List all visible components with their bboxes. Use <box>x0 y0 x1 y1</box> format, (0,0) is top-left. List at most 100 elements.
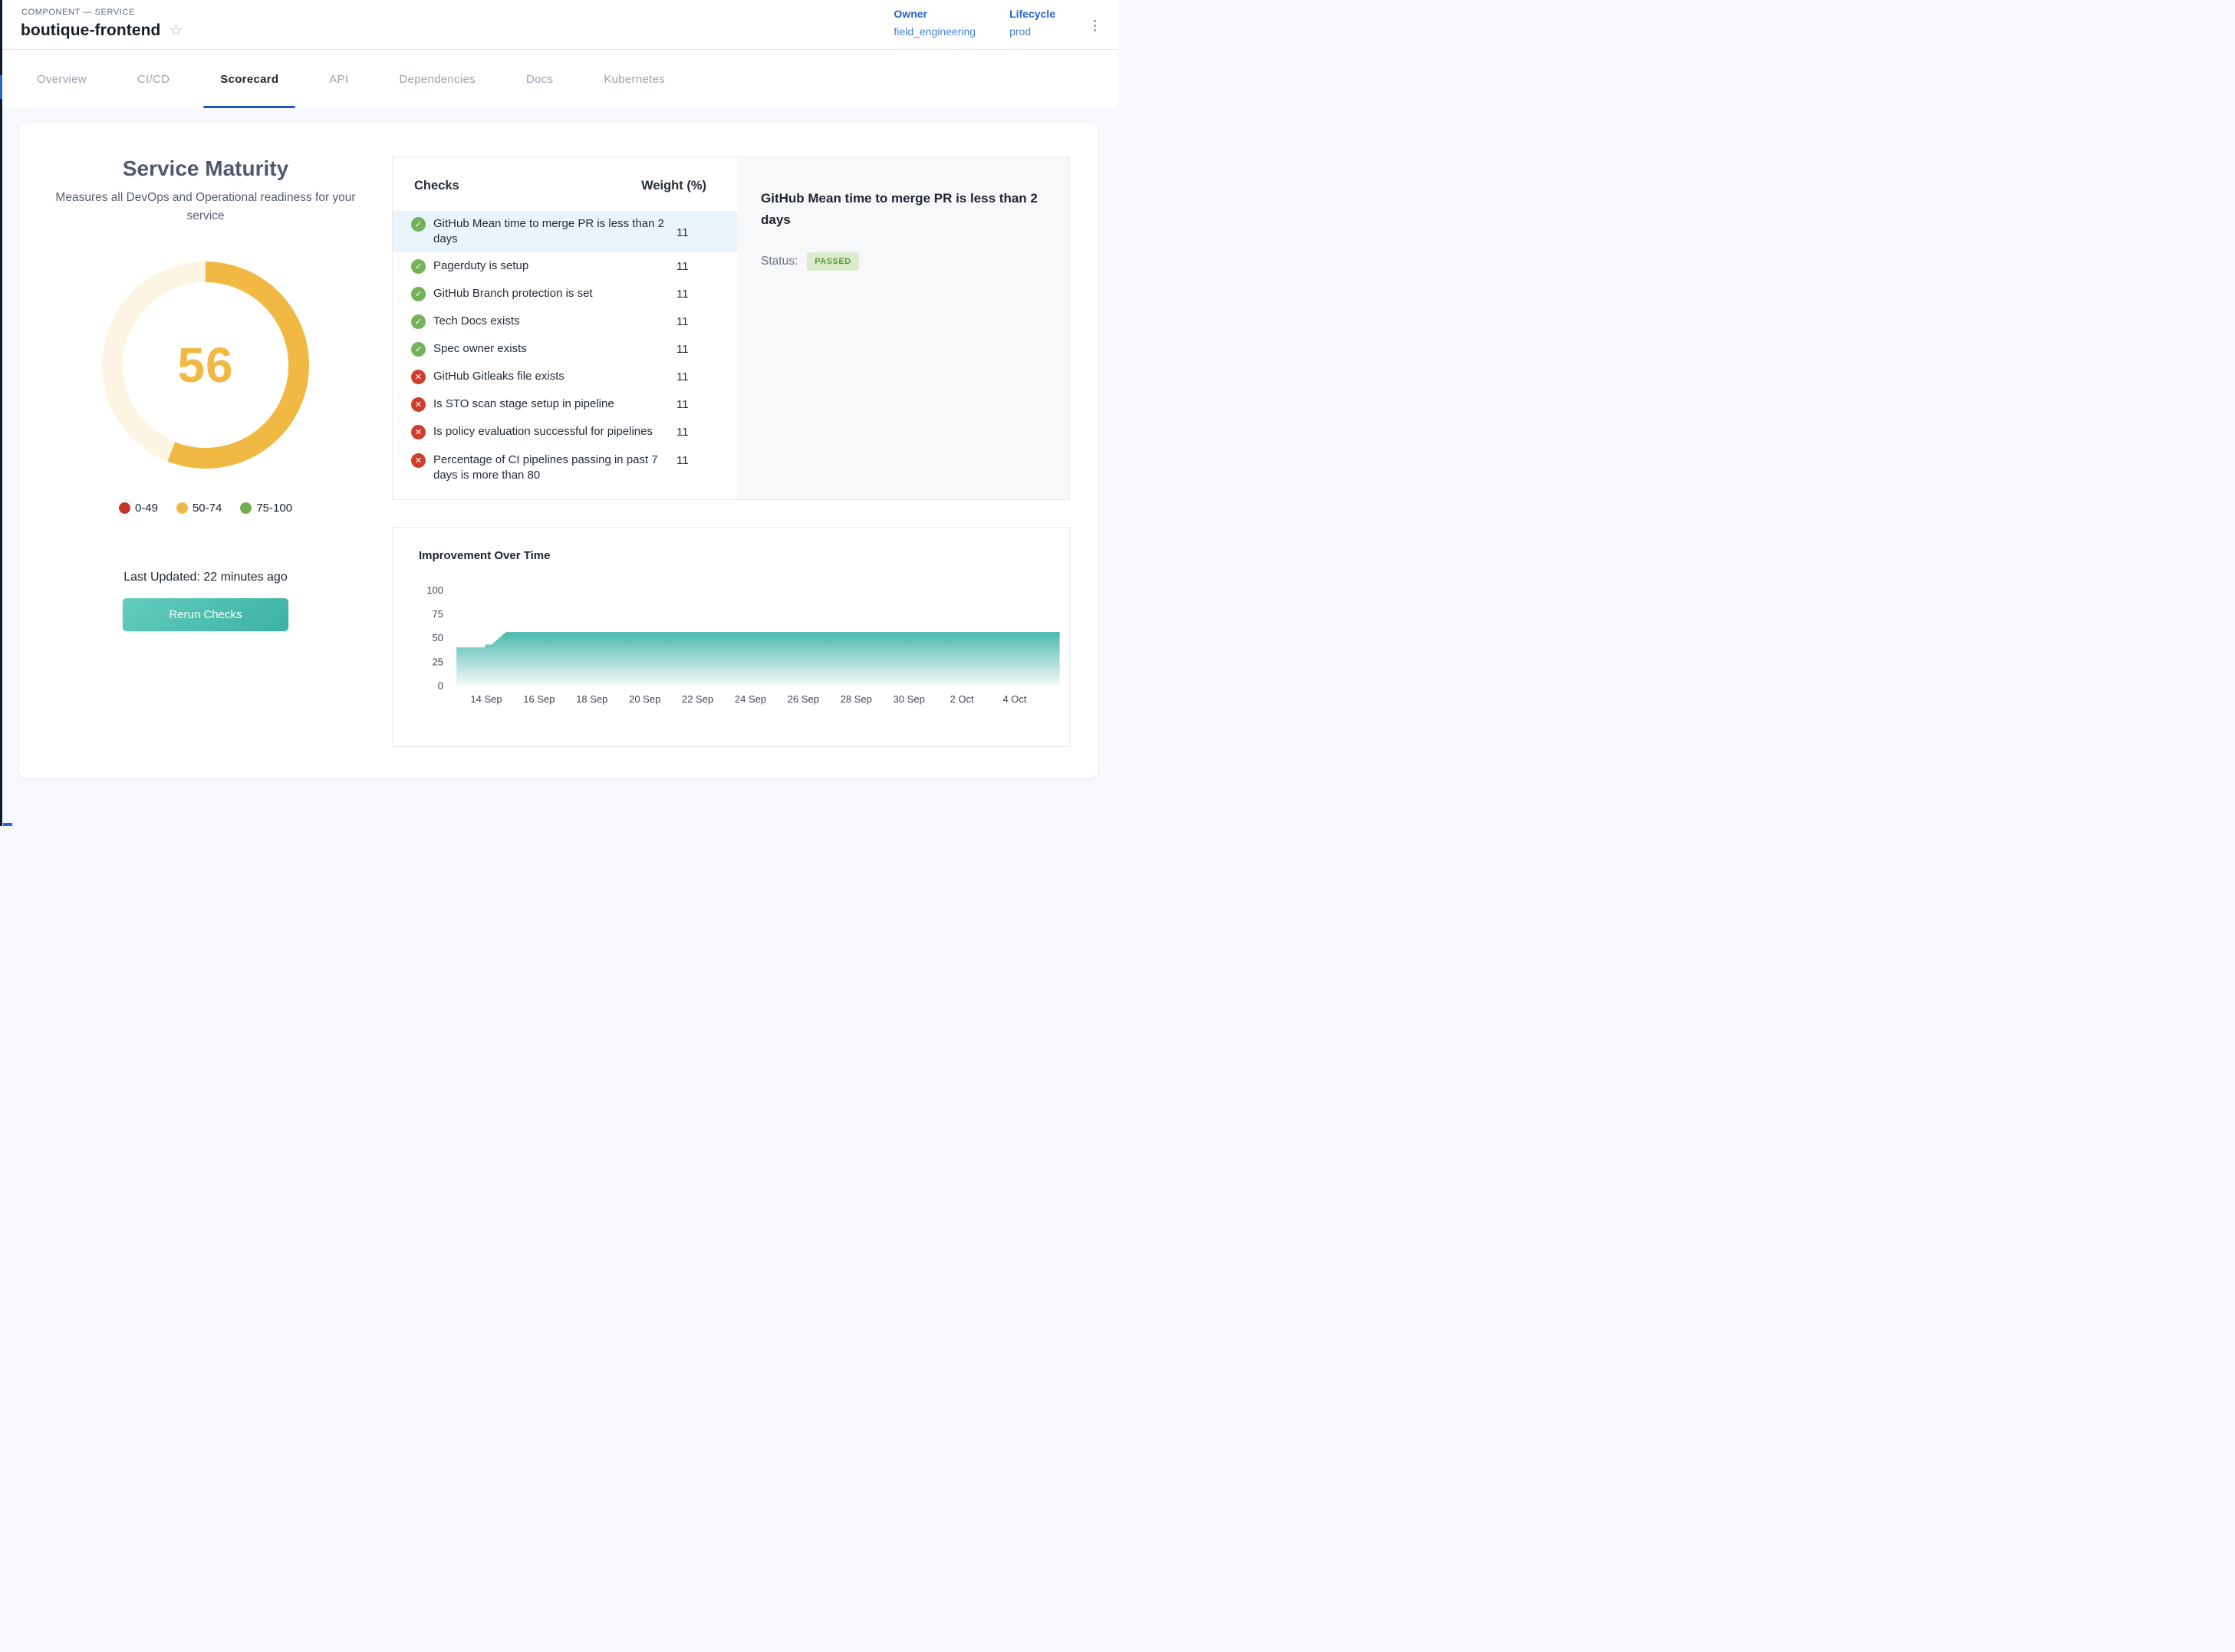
maturity-title: Service Maturity <box>19 156 392 181</box>
check-row[interactable]: ✓ GitHub Mean time to merge PR is less th… <box>393 211 738 252</box>
score-donut-chart: 56 <box>102 262 309 469</box>
tab-dependencies[interactable]: Dependencies <box>399 50 476 108</box>
check-failed-icon: ✕ <box>411 397 426 412</box>
checks-column-header: Checks <box>414 179 459 193</box>
checks-panel: Checks Weight (%) ✓ GitHub Mean time to m… <box>392 156 1070 500</box>
scorecard-card: Service Maturity Measures all DevOps and… <box>19 123 1098 778</box>
y-tick-label: 100 <box>426 584 443 596</box>
legend-item-0-49: 0-49 <box>119 502 158 515</box>
status-badge: PASSED <box>807 252 858 271</box>
check-name: Is STO scan stage setup in pipeline <box>433 397 614 412</box>
check-list: ✓ GitHub Mean time to merge PR is less th… <box>393 211 738 492</box>
weight-column-header: Weight (%) <box>641 179 706 193</box>
bottom-edge-bar <box>3 823 12 826</box>
score-donut-hole: 56 <box>123 282 288 448</box>
x-tick-label: 16 Sep <box>523 693 555 705</box>
checks-header-row: Checks Weight (%) <box>393 157 738 193</box>
check-failed-icon: ✕ <box>411 425 426 439</box>
x-tick-label: 30 Sep <box>894 693 925 705</box>
check-row[interactable]: ✕ GitHub Gitleaks file exists 11 <box>393 363 738 390</box>
check-row[interactable]: ✓ Spec owner exists 11 <box>393 335 738 363</box>
check-passed-icon: ✓ <box>411 217 426 232</box>
check-weight: 11 <box>676 426 738 439</box>
legend-dot <box>176 502 188 514</box>
kebab-menu-icon[interactable] <box>1089 14 1101 38</box>
improvement-area-chart: 0 25 50 75 100 14 Sep 16 Sep 18 Sep 20 Sep 22 Sep… <box>399 575 1063 713</box>
star-icon[interactable]: ☆ <box>170 23 183 38</box>
legend-item-50-74: 50-74 <box>176 502 222 515</box>
x-tick-label: 20 Sep <box>629 693 660 705</box>
check-weight: 11 <box>676 452 738 467</box>
lifecycle-label: Lifecycle <box>1009 8 1055 20</box>
sidebar-edge-active-item <box>0 75 2 99</box>
check-row[interactable]: ✓ Pagerduty is setup 11 <box>393 252 738 280</box>
x-tick-label: 26 Sep <box>788 693 819 705</box>
y-tick-label: 25 <box>433 656 443 667</box>
maturity-section: Service Maturity Measures all DevOps and… <box>19 123 392 778</box>
x-tick-label: 22 Sep <box>682 693 713 705</box>
owner-value[interactable]: field_engineering <box>894 25 976 38</box>
rerun-checks-button[interactable]: Rerun Checks <box>123 598 288 631</box>
area-series <box>456 632 1060 686</box>
improvement-chart-title: Improvement Over Time <box>419 549 550 562</box>
check-row[interactable]: ✕ Is policy evaluation successful for pip… <box>393 418 738 446</box>
check-passed-icon: ✓ <box>411 259 426 274</box>
check-detail-panel: GitHub Mean time to merge PR is less tha… <box>738 157 1069 499</box>
check-weight: 11 <box>676 315 738 328</box>
tab-docs[interactable]: Docs <box>526 50 553 108</box>
check-name: GitHub Mean time to merge PR is less tha… <box>433 216 669 247</box>
check-weight: 11 <box>676 288 738 301</box>
check-row[interactable]: ✓ GitHub Branch protection is set 11 <box>393 280 738 308</box>
x-tick-label: 4 Oct <box>1002 693 1026 705</box>
maturity-subtitle: Measures all DevOps and Operational read… <box>41 189 370 225</box>
check-row[interactable]: ✓ Tech Docs exists 11 <box>393 308 738 335</box>
last-updated-text: Last Updated: 22 minutes ago <box>19 571 392 584</box>
tab-scorecard[interactable]: Scorecard <box>220 50 278 108</box>
x-tick-label: 18 Sep <box>576 693 607 705</box>
y-tick-label: 0 <box>438 680 443 692</box>
check-passed-icon: ✓ <box>411 342 426 357</box>
check-passed-icon: ✓ <box>411 287 426 301</box>
tab-kubernetes[interactable]: Kubernetes <box>604 50 665 108</box>
lifecycle-block: Lifecycle prod <box>1009 8 1055 38</box>
owner-block: Owner field_engineering <box>894 8 976 38</box>
check-row[interactable]: ✕ Is STO scan stage setup in pipeline 11 <box>393 390 738 418</box>
page-title: boutique-frontend <box>21 21 161 40</box>
check-name: Pagerduty is setup <box>433 258 528 274</box>
check-name: Tech Docs exists <box>433 314 520 329</box>
check-name: Spec owner exists <box>433 341 527 357</box>
tab-api[interactable]: API <box>329 50 348 108</box>
lifecycle-value: prod <box>1009 25 1055 38</box>
status-label: Status: <box>761 255 798 268</box>
y-tick-label: 75 <box>433 608 443 620</box>
score-value: 56 <box>177 337 233 393</box>
check-weight: 11 <box>676 343 738 356</box>
x-tick-label: 2 Oct <box>950 693 974 705</box>
tab-ci-cd[interactable]: CI/CD <box>137 50 170 108</box>
entity-header: COMPONENT — SERVICE boutique-frontend ☆ … <box>0 0 1118 50</box>
sidebar-edge <box>0 0 2 826</box>
check-weight: 11 <box>676 370 738 383</box>
check-failed-icon: ✕ <box>411 453 426 468</box>
check-detail-title: GitHub Mean time to merge PR is less tha… <box>761 188 1049 231</box>
check-passed-icon: ✓ <box>411 314 426 329</box>
legend-item-75-100: 75-100 <box>240 502 292 515</box>
breadcrumb: COMPONENT — SERVICE <box>21 8 135 17</box>
legend-dot <box>119 502 130 514</box>
y-tick-label: 50 <box>433 632 443 643</box>
check-name: GitHub Branch protection is set <box>433 286 593 301</box>
x-tick-label: 28 Sep <box>841 693 872 705</box>
check-row[interactable]: ✕Percentage of CI pipelines passing in p… <box>393 446 738 492</box>
check-weight: 11 <box>676 260 738 273</box>
tabs: Overview CI/CD Scorecard API Dependencies Doc… <box>0 50 1118 108</box>
check-name: Is policy evaluation successful for pipe… <box>433 424 653 439</box>
x-tick-label: 24 Sep <box>735 693 766 705</box>
check-weight: 11 <box>676 225 738 239</box>
owner-label: Owner <box>894 8 976 20</box>
score-legend: 0-49 50-74 75-100 <box>19 502 392 515</box>
check-name: GitHub Gitleaks file exists <box>433 369 565 384</box>
x-tick-label: 14 Sep <box>470 693 502 705</box>
check-weight: 11 <box>676 398 738 411</box>
check-failed-icon: ✕ <box>411 370 426 384</box>
tab-overview[interactable]: Overview <box>37 50 87 108</box>
